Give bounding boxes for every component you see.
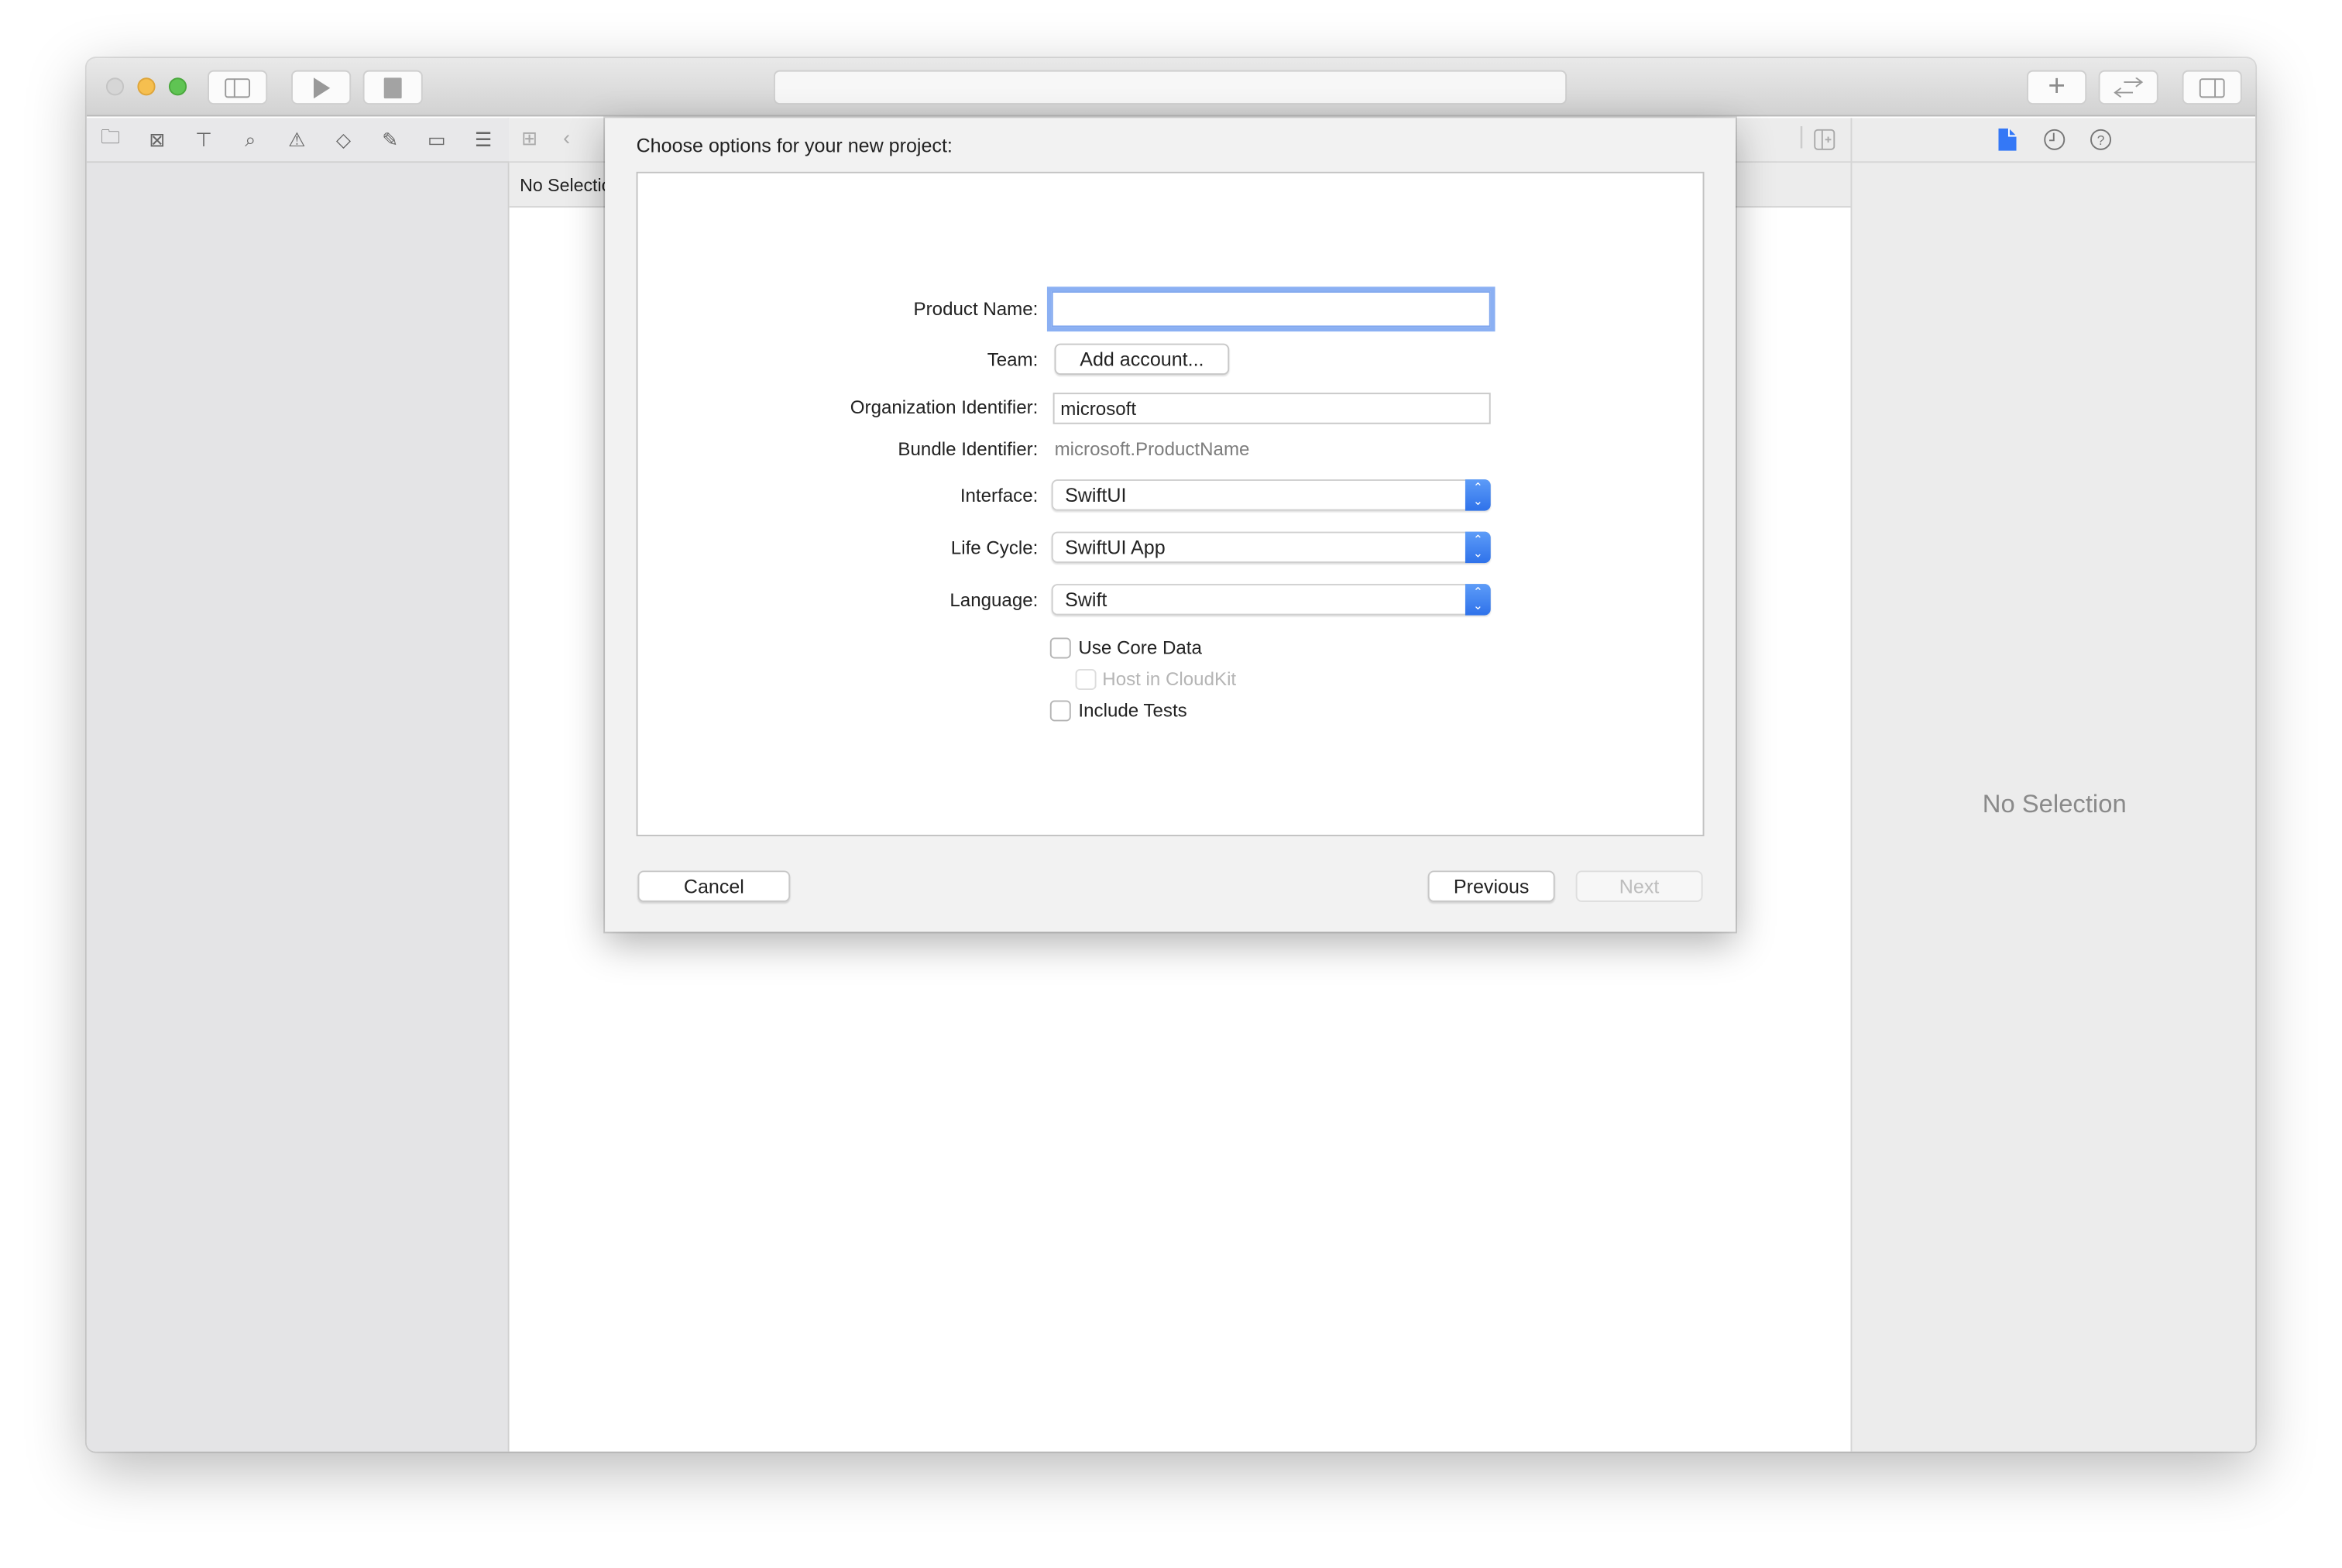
play-icon — [313, 77, 331, 98]
team-label: Team: — [987, 349, 1039, 371]
warning-icon[interactable]: ⚠ — [285, 129, 309, 153]
host-in-cloudkit-checkbox — [1075, 668, 1097, 690]
file-inspector-icon[interactable] — [1998, 128, 2017, 151]
back-chevron-icon[interactable]: ‹ — [563, 125, 570, 149]
folder-icon[interactable]: 🗀 — [98, 125, 122, 153]
source-control-icon[interactable]: ⊠ — [145, 129, 169, 153]
product-name-label: Product Name: — [913, 298, 1039, 320]
run-button[interactable] — [291, 70, 352, 105]
sidebar-right-icon — [2199, 77, 2225, 98]
sidebar-left-icon — [225, 77, 251, 98]
breakpoint-icon[interactable]: ▭ — [424, 129, 448, 153]
bundle-identifier-label: Bundle Identifier: — [898, 438, 1039, 460]
inspector-pane: ? No Selection — [1850, 118, 2256, 1452]
help-icon[interactable]: ? — [2090, 129, 2112, 151]
zoom-button[interactable] — [168, 77, 187, 96]
add-editor-icon[interactable] — [1813, 129, 1837, 153]
report-icon[interactable]: ☰ — [472, 129, 496, 153]
title-bar: + — [86, 58, 2256, 117]
navigator-pane: 🗀 ⊠ ⊤ ⌕ ⚠ ◇ ✎ ▭ ☰ — [86, 118, 510, 1452]
inspector-toggle-button[interactable] — [2182, 70, 2242, 105]
stop-icon — [383, 77, 402, 98]
bundle-identifier-value: microsoft.ProductName — [1054, 438, 1250, 460]
life-cycle-value: SwiftUI App — [1065, 536, 1166, 559]
product-name-input[interactable] — [1051, 291, 1491, 328]
inspector-no-selection: No Selection — [1982, 790, 2127, 818]
minimize-button[interactable] — [137, 77, 156, 96]
next-button: Next — [1575, 870, 1703, 902]
interface-value: SwiftUI — [1065, 483, 1127, 506]
language-label: Language: — [950, 589, 1039, 611]
chevron-up-down-icon: ⌃ ⌄ — [1465, 479, 1491, 511]
cancel-button[interactable]: Cancel — [637, 870, 791, 902]
include-tests-checkbox[interactable] — [1049, 700, 1071, 722]
inspector-tabs: ? — [1852, 118, 2256, 163]
related-items-icon[interactable]: ⊞ — [521, 127, 537, 151]
activity-viewer — [773, 70, 1568, 105]
test-icon[interactable]: ◇ — [331, 129, 355, 153]
chevron-up-down-icon: ⌃ ⌄ — [1465, 584, 1491, 616]
host-in-cloudkit-label: Host in CloudKit — [1102, 668, 1237, 690]
life-cycle-label: Life Cycle: — [950, 537, 1039, 559]
debug-icon[interactable]: ✎ — [378, 129, 402, 153]
divider: | — [1798, 124, 1805, 149]
swap-arrows-icon — [2114, 77, 2144, 98]
sheet-title: Choose options for your new project: — [636, 134, 953, 157]
stop-button[interactable] — [362, 70, 423, 105]
new-project-options-sheet: Choose options for your new project: Pro… — [605, 118, 1736, 932]
close-button[interactable] — [105, 77, 125, 96]
language-popup[interactable]: Swift ⌃ ⌄ — [1051, 584, 1491, 616]
interface-popup[interactable]: SwiftUI ⌃ ⌄ — [1051, 479, 1491, 511]
interface-label: Interface: — [960, 485, 1039, 506]
search-icon[interactable]: ⌕ — [239, 129, 263, 153]
org-identifier-input[interactable]: microsoft — [1053, 393, 1491, 424]
plus-icon: + — [2048, 70, 2066, 104]
use-core-data-checkbox[interactable] — [1049, 637, 1071, 659]
history-clock-icon[interactable] — [2043, 129, 2066, 151]
include-tests-label: Include Tests — [1078, 700, 1187, 722]
add-account-button[interactable]: Add account... — [1054, 343, 1230, 376]
library-button[interactable]: + — [2027, 70, 2087, 105]
use-core-data-label: Use Core Data — [1078, 637, 1202, 659]
navigator-toggle-button[interactable] — [208, 70, 268, 105]
navigator-tabs: 🗀 ⊠ ⊤ ⌕ ⚠ ◇ ✎ ▭ ☰ — [86, 118, 510, 163]
svg-text:?: ? — [2097, 132, 2105, 148]
chevron-up-down-icon: ⌃ ⌄ — [1465, 531, 1491, 564]
code-review-button[interactable] — [2098, 70, 2158, 105]
hierarchy-icon[interactable]: ⊤ — [192, 129, 216, 153]
org-identifier-label: Organization Identifier: — [850, 396, 1039, 418]
life-cycle-popup[interactable]: SwiftUI App ⌃ ⌄ — [1051, 531, 1491, 564]
previous-button[interactable]: Previous — [1427, 870, 1555, 902]
language-value: Swift — [1065, 588, 1107, 611]
